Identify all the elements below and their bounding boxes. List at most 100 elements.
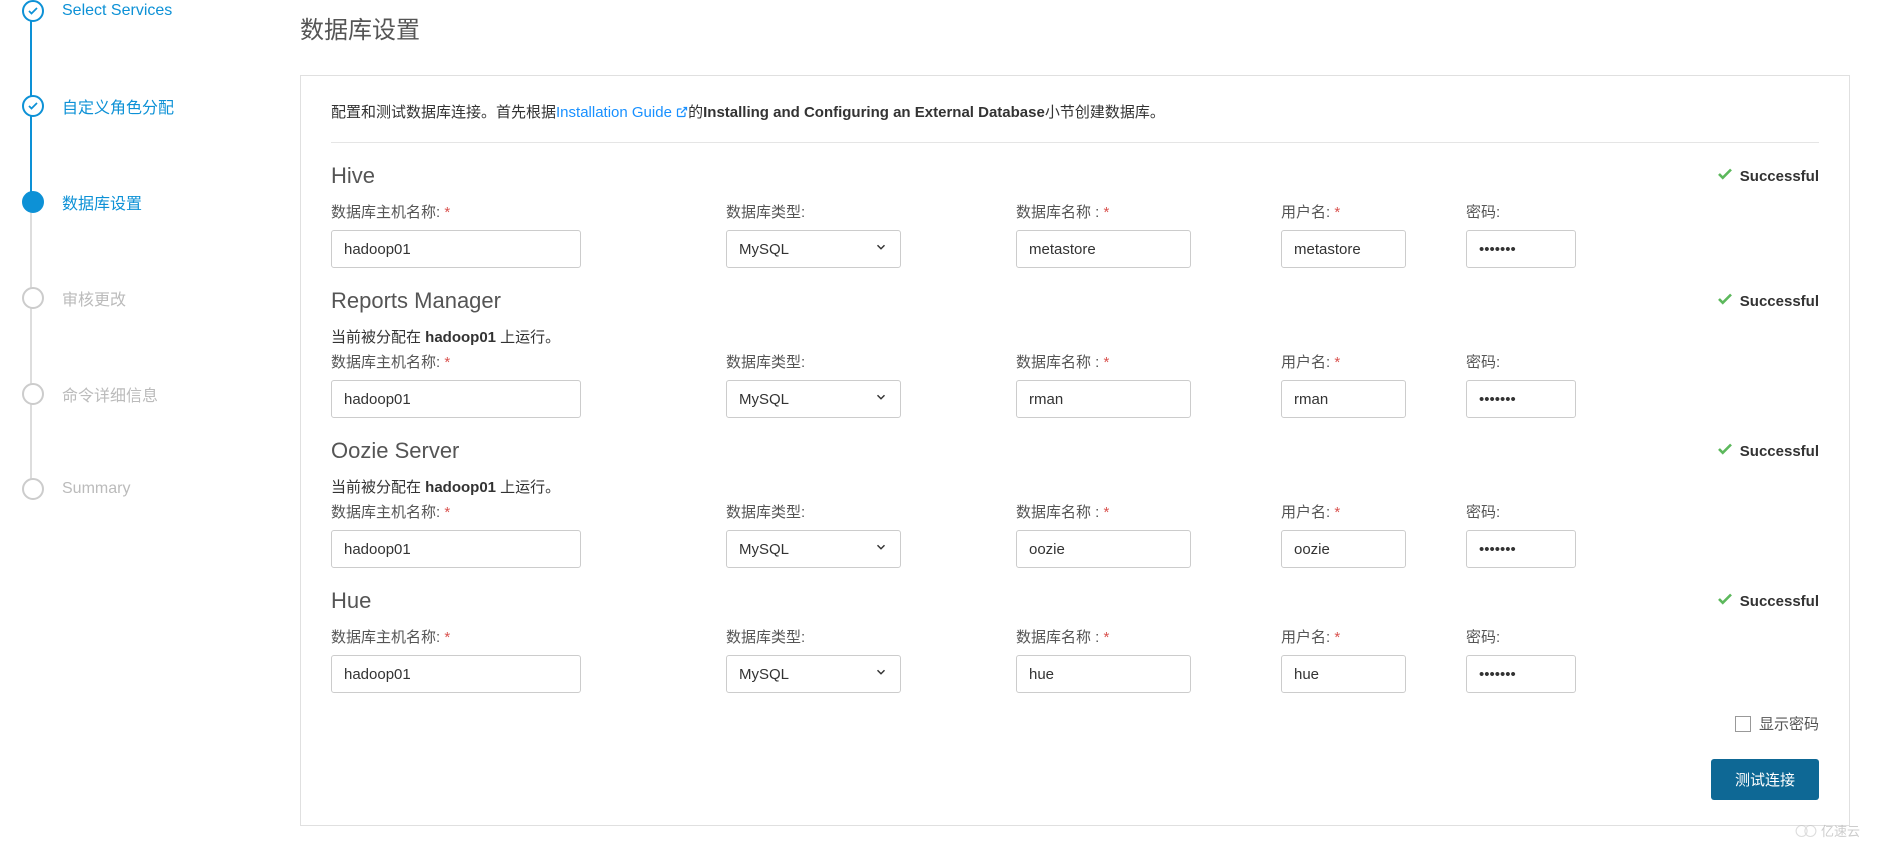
button-row: 测试连接 [331,759,1819,800]
assigned-note: 当前被分配在 hadoop01 上运行。 [331,476,1819,497]
password-input[interactable] [1466,655,1576,693]
field-label: 密码: [1466,501,1576,522]
step-marker [22,383,44,405]
dbtype-select[interactable]: MySQL [726,230,901,268]
watermark: 亿速云 [1795,821,1860,840]
dbtype-select[interactable]: MySQL [726,530,901,568]
step-label: 数据库设置 [62,190,142,214]
dbtype-select[interactable]: MySQL [726,655,901,693]
section-header: Reports Manager Successful [331,288,1819,314]
sidebar: Select Services 自定义角色分配数据库设置审核更改命令详细信息 Sum… [0,0,300,856]
step-label: 自定义角色分配 [62,94,174,118]
form-row: 数据库主机名称: * 数据库类型: MySQL 数据库名称 : * 用户名: * 密码: [331,501,1819,568]
field-password: 密码: [1466,201,1576,268]
dbtype-select[interactable]: MySQL [726,380,901,418]
field-label: 数据库主机名称: * [331,201,581,222]
check-icon [1716,165,1740,187]
section-title: Reports Manager [331,288,501,314]
form-row: 数据库主机名称: *数据库类型:MySQL数据库名称 : *用户名: *密码: [331,626,1819,693]
field-user: 用户名: * [1281,201,1406,268]
status-badge: Successful [1716,290,1819,312]
password-input[interactable] [1466,230,1576,268]
form-row: 数据库主机名称: * 数据库类型: MySQL 数据库名称 : * 用户名: * 密码: [331,351,1819,418]
check-icon [1716,440,1740,462]
host-input[interactable] [331,230,581,268]
test-connection-button[interactable]: 测试连接 [1711,759,1819,800]
show-password-row: 显示密码 [331,713,1819,734]
user-input[interactable] [1281,380,1406,418]
check-icon [1716,290,1740,312]
section-header: HueSuccessful [331,588,1819,614]
field-host: 数据库主机名称: * [331,501,581,568]
assigned-note: 当前被分配在 hadoop01 上运行。 [331,326,1819,347]
field-label: 数据库类型: [726,351,901,372]
watermark-text: 亿速云 [1821,821,1860,840]
wizard-step[interactable]: 自定义角色分配 [35,94,280,118]
section-title: Oozie Server [331,438,459,464]
wizard-step: Summary [35,478,280,500]
instruction-mid: 的 [688,104,703,121]
field-label: 数据库名称 : * [1016,351,1191,372]
field-dbname: 数据库名称 : * [1016,626,1191,693]
wizard-step[interactable]: Select Services [35,0,280,22]
host-input[interactable] [331,655,581,693]
user-input[interactable] [1281,655,1406,693]
dbname-input[interactable] [1016,230,1191,268]
instruction-bold: Installing and Configuring an External D… [703,104,1045,121]
field-dbtype: 数据库类型: MySQL [726,626,901,693]
field-label: 数据库类型: [726,501,901,522]
dbname-input[interactable] [1016,655,1191,693]
host-input[interactable] [331,380,581,418]
status-badge: Successful [1716,440,1819,462]
status-text: Successful [1740,293,1819,310]
user-input[interactable] [1281,530,1406,568]
host-input[interactable] [331,530,581,568]
field-dbname: 数据库名称 : * [1016,351,1191,418]
field-password: 密码: [1466,626,1576,693]
form-row: 数据库主机名称: * 数据库类型: MySQL 数据库名称 : * 用户名: * 密码: [331,201,1819,268]
field-user: 用户名: * [1281,351,1406,418]
field-label: 数据库类型: [726,626,901,647]
field-dbname: 数据库名称 : * [1016,201,1191,268]
field-dbtype: 数据库类型: MySQL [726,201,901,268]
dbname-input[interactable] [1016,380,1191,418]
wizard-step: 命令详细信息 [35,382,280,406]
external-link-icon [676,106,688,118]
password-input[interactable] [1466,380,1576,418]
field-label: 密码: [1466,201,1576,222]
status-badge: Successful [1716,165,1819,187]
field-dbtype: 数据库类型: MySQL [726,501,901,568]
step-marker [22,191,44,213]
check-icon [1716,590,1740,612]
installation-guide-link[interactable]: Installation Guide [556,104,688,121]
field-label: 密码: [1466,351,1576,372]
password-input[interactable] [1466,530,1576,568]
main-content: 数据库设置 配置和测试数据库连接。首先根据Installation Guide … [300,0,1880,856]
wizard-step: 数据库设置 [35,190,280,214]
field-label: 数据库主机名称: * [331,351,581,372]
step-label: 命令详细信息 [62,382,158,406]
field-label: 数据库类型: [726,201,901,222]
field-label: 用户名: * [1281,501,1406,522]
chevron-down-icon [874,240,888,258]
field-password: 密码: [1466,501,1576,568]
status-badge: Successful [1716,590,1819,612]
instruction-suffix: 小节创建数据库。 [1045,104,1165,121]
chevron-down-icon [874,665,888,683]
chevron-down-icon [874,540,888,558]
section-title: Hive [331,163,375,189]
field-label: 数据库主机名称: * [331,626,581,647]
status-text: Successful [1740,443,1819,460]
instruction-text: 配置和测试数据库连接。首先根据Installation Guide 的Insta… [331,101,1819,143]
step-label: 审核更改 [62,286,126,310]
show-password-checkbox[interactable] [1735,716,1751,732]
wizard-steps: Select Services 自定义角色分配数据库设置审核更改命令详细信息 Sum… [20,0,280,500]
dbname-input[interactable] [1016,530,1191,568]
field-host: 数据库主机名称: * [331,201,581,268]
field-label: 数据库名称 : * [1016,501,1191,522]
show-password-label: 显示密码 [1759,713,1819,734]
step-marker [22,287,44,309]
section-header: Hive Successful [331,163,1819,189]
user-input[interactable] [1281,230,1406,268]
wizard-step: 审核更改 [35,286,280,310]
